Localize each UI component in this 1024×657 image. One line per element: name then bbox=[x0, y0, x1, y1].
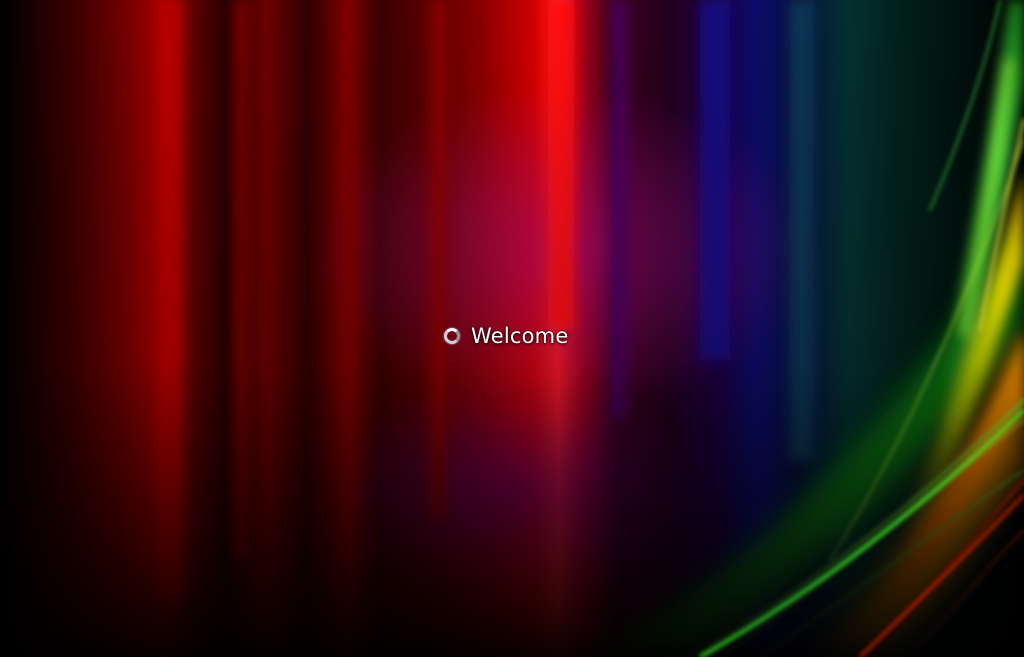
welcome-screen: Welcome bbox=[0, 0, 1024, 657]
welcome-status: Welcome bbox=[444, 320, 568, 352]
welcome-text: Welcome bbox=[471, 324, 569, 348]
busy-spinner-icon bbox=[444, 328, 460, 344]
